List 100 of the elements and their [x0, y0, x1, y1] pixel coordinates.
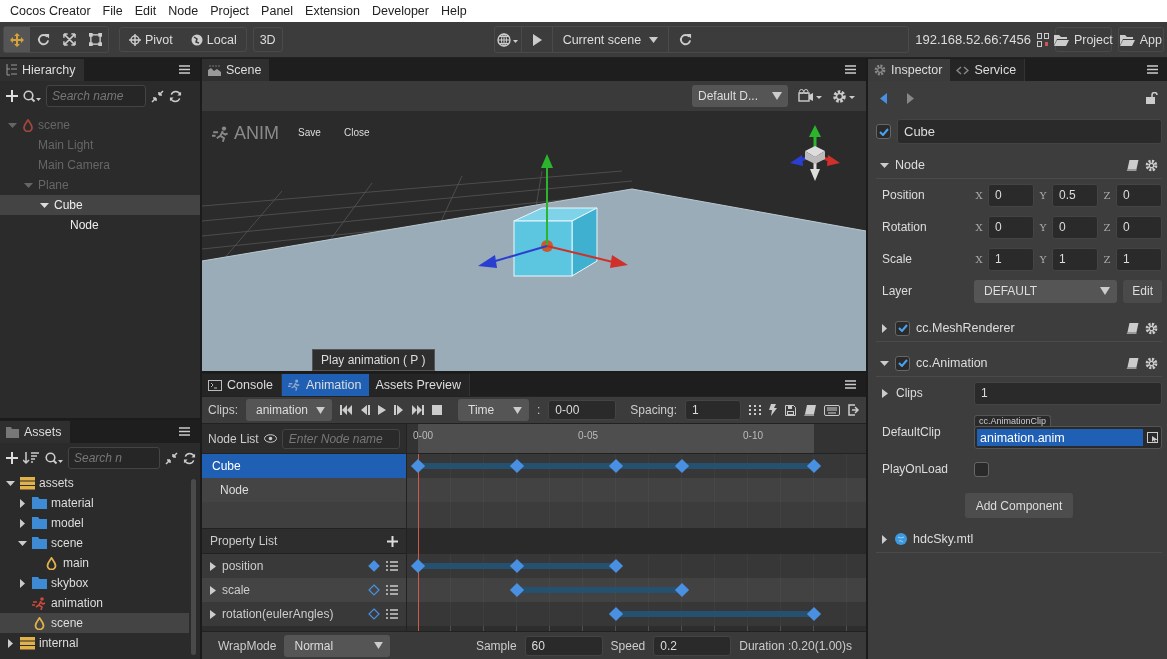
menu-item[interactable]: Cocos Creator	[4, 4, 97, 18]
refresh-icon[interactable]	[183, 451, 196, 465]
book-icon[interactable]	[1126, 357, 1139, 369]
move-tool-button[interactable]	[4, 27, 30, 52]
play-icon[interactable]	[378, 405, 386, 415]
enabled-checkbox[interactable]	[895, 320, 910, 336]
current-time-field[interactable]: 0-00	[548, 400, 617, 420]
keyframe-toggle-icon[interactable]	[368, 608, 380, 620]
asset-item[interactable]: scene	[0, 613, 189, 633]
menu-icon[interactable]	[845, 380, 856, 389]
menu-item[interactable]: Edit	[128, 4, 163, 18]
jump-to-end-icon[interactable]	[412, 405, 424, 415]
number-field[interactable]: 1	[1052, 247, 1098, 271]
number-field[interactable]: 0	[988, 215, 1034, 239]
node-list-item[interactable]: Cube	[202, 454, 406, 478]
number-field[interactable]: 0	[1052, 215, 1098, 239]
settings-icon[interactable]	[1145, 356, 1158, 370]
search-field[interactable]: Search n	[68, 447, 160, 469]
panel-tab[interactable]: Assets Preview	[369, 374, 470, 396]
asset-item[interactable]: assets	[0, 473, 189, 493]
next-frame-icon[interactable]	[394, 405, 404, 415]
clip-dropdown[interactable]: animation	[246, 399, 332, 421]
scene-dropdown[interactable]: Current scene	[551, 27, 669, 52]
list-icon[interactable]	[386, 585, 398, 595]
book-icon[interactable]	[804, 404, 816, 416]
asset-field[interactable]: animation.anim	[974, 426, 1162, 449]
expand-arrow-icon[interactable]	[210, 561, 216, 571]
panel-tab[interactable]: Inspector	[868, 59, 951, 81]
number-field[interactable]: 0	[1116, 215, 1162, 239]
asset-item[interactable]: internal	[0, 633, 189, 653]
number-field[interactable]: 1	[988, 247, 1034, 271]
expand-arrow-icon[interactable]	[880, 160, 889, 170]
eye-icon[interactable]	[263, 434, 277, 443]
expand-arrow-icon[interactable]	[880, 323, 889, 333]
book-icon[interactable]	[1126, 322, 1139, 334]
spacing-field[interactable]: 1	[685, 400, 741, 420]
keyboard-icon[interactable]	[824, 404, 840, 416]
add-component-button[interactable]: Add Component	[964, 493, 1074, 518]
expand-arrow-icon[interactable]	[880, 358, 889, 368]
camera-icon[interactable]	[798, 89, 822, 103]
node-list-item[interactable]: Node	[202, 478, 406, 502]
settings-icon[interactable]	[1145, 321, 1158, 335]
pivot-button[interactable]: Pivot	[120, 27, 182, 52]
menu-item[interactable]: Developer	[366, 4, 435, 18]
open-project-button[interactable]: Project	[1054, 27, 1112, 52]
expand-arrow-icon[interactable]	[18, 578, 27, 588]
list-icon[interactable]	[386, 561, 398, 571]
number-field[interactable]: 0	[1116, 183, 1162, 207]
add-icon[interactable]	[6, 452, 18, 464]
asset-item[interactable]: main	[0, 553, 189, 573]
keyframe-toggle-icon[interactable]	[368, 584, 380, 596]
settings-icon[interactable]	[1145, 158, 1158, 172]
menu-icon[interactable]	[179, 65, 190, 74]
add-icon[interactable]	[6, 90, 18, 102]
sample-field[interactable]: 60	[524, 635, 603, 656]
sort-icon[interactable]	[23, 451, 40, 465]
asset-item[interactable]: material	[0, 493, 189, 513]
expand-arrow-icon[interactable]	[210, 609, 216, 619]
menu-icon[interactable]	[1147, 65, 1158, 74]
number-field[interactable]: 1	[1116, 247, 1162, 271]
panel-tab[interactable]: Console	[202, 374, 282, 396]
open-app-button[interactable]: App	[1117, 27, 1164, 52]
menu-icon[interactable]	[179, 427, 190, 436]
panel-tab[interactable]: Service	[950, 59, 1026, 81]
exit-icon[interactable]	[848, 404, 860, 416]
locate-icon[interactable]	[1147, 431, 1159, 444]
view-mode-button[interactable]: 3D	[252, 27, 283, 52]
asset-item[interactable]: animation	[0, 593, 189, 613]
assets-tab[interactable]: Assets	[0, 421, 70, 443]
speed-field[interactable]: 0.2	[653, 635, 732, 656]
jump-to-start-icon[interactable]	[340, 405, 352, 415]
menu-item[interactable]: Panel	[255, 4, 300, 18]
scrollbar[interactable]	[191, 479, 196, 655]
previous-frame-icon[interactable]	[360, 405, 370, 415]
menu-item[interactable]: Node	[162, 4, 205, 18]
scene-tab[interactable]: Scene	[202, 59, 270, 81]
lightning-icon[interactable]	[769, 404, 777, 416]
expand-arrow-icon[interactable]	[880, 534, 889, 544]
expand-arrow-icon[interactable]	[210, 585, 216, 595]
node-search-field[interactable]: Enter Node name	[281, 428, 400, 449]
keyframe-toggle-icon[interactable]	[368, 560, 380, 572]
search-icon[interactable]	[45, 451, 63, 465]
back-arrow-icon[interactable]	[880, 92, 887, 104]
menu-icon[interactable]	[845, 65, 856, 74]
save-button[interactable]: Save	[294, 125, 325, 140]
timeline-ruler[interactable]: 0-00 0-05 0-10	[407, 424, 866, 454]
number-field[interactable]: 0	[988, 183, 1034, 207]
local-button[interactable]: Local	[181, 27, 246, 52]
menu-item[interactable]: Project	[204, 4, 256, 18]
collapse-icon[interactable]	[151, 89, 164, 103]
grid-dots-icon[interactable]	[749, 404, 761, 416]
close-button[interactable]: Close	[340, 125, 374, 140]
asset-item[interactable]: skybox	[0, 573, 189, 593]
node-name-field[interactable]: Cube	[897, 119, 1162, 144]
refresh-icon[interactable]	[169, 89, 182, 103]
list-icon[interactable]	[386, 609, 398, 619]
forward-arrow-icon[interactable]	[907, 92, 914, 104]
expand-arrow-icon[interactable]	[6, 638, 15, 648]
settings-icon[interactable]	[832, 88, 856, 104]
search-icon[interactable]	[23, 89, 41, 103]
